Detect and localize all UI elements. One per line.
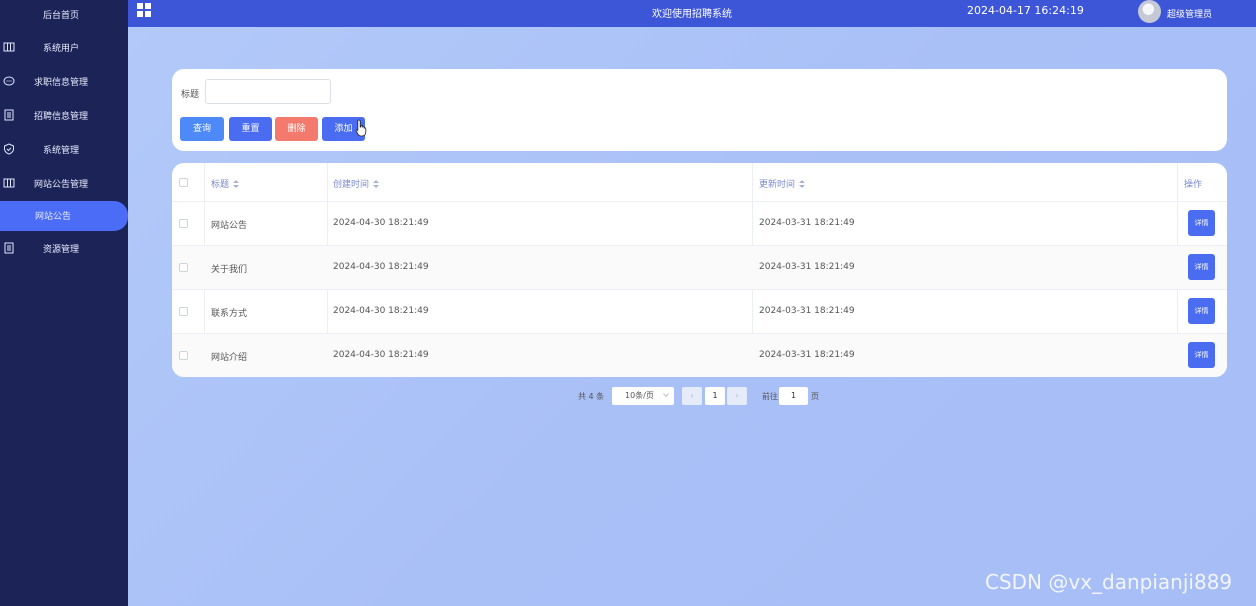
sidebar-item-label: 网站公告管理 (33, 180, 88, 190)
chevron-down-icon (663, 393, 669, 398)
row-checkbox[interactable] (179, 263, 188, 272)
cell-title: 网站介绍 (211, 353, 248, 363)
row-checkbox[interactable] (179, 219, 188, 228)
sidebar-item-label: 系统管理 (42, 146, 79, 156)
sidebar-item-home[interactable]: 后台首页 (0, 0, 128, 28)
pagination-total: 共 4 条 (578, 392, 605, 401)
header-updated[interactable]: 更新时间 (759, 177, 806, 190)
goto-label: 前往 (762, 392, 778, 401)
page-size-value: 10条/页 (625, 391, 654, 400)
query-button[interactable]: 查询 (180, 117, 224, 141)
search-panel: 标题 查询 重置 删除 添加 (172, 69, 1227, 151)
sidebar-item-label: 求职信息管理 (33, 78, 88, 88)
cell-created: 2024-04-30 18:21:49 (333, 306, 429, 316)
sidebar-item-recruitment[interactable]: 招聘信息管理 (0, 101, 128, 129)
data-table: 标题 创建时间 更新时间 操作 网站公告 2024-04-30 18:21:49… (172, 163, 1227, 377)
table-row: 网站公告 2024-04-30 18:21:49 2024-03-31 18:2… (172, 201, 1227, 245)
sort-icon[interactable] (799, 180, 806, 188)
sidebar-item-system-users[interactable]: 系统用户 (0, 33, 128, 61)
search-title-input[interactable] (205, 79, 331, 104)
top-bar: 欢迎使用招聘系统 2024-04-17 16:24:19 超级管理员 (128, 0, 1256, 27)
cell-updated: 2024-03-31 18:21:49 (759, 262, 855, 272)
avatar[interactable] (1138, 0, 1161, 23)
cell-created: 2024-04-30 18:21:49 (333, 262, 429, 272)
sidebar-item-system-management[interactable]: 系统管理 (0, 135, 128, 163)
sidebar-item-job-seeker[interactable]: 求职信息管理 (0, 67, 128, 95)
cell-title: 关于我们 (211, 265, 248, 275)
page-size-select[interactable]: 10条/页 (612, 387, 674, 405)
page-number-current[interactable]: 1 (705, 387, 725, 405)
cell-title: 联系方式 (211, 309, 248, 319)
cell-updated: 2024-03-31 18:21:49 (759, 306, 855, 316)
sidebar: 后台首页 系统用户 求职信息管理 招聘信息管理 系统管理 网站公告管理 网站公告… (0, 0, 128, 606)
table-row: 关于我们 2024-04-30 18:21:49 2024-03-31 18:2… (172, 245, 1227, 289)
detail-button[interactable]: 详情 (1188, 210, 1215, 236)
detail-button[interactable]: 详情 (1188, 298, 1215, 324)
sidebar-item-label: 系统用户 (42, 44, 79, 54)
search-title-label: 标题 (181, 90, 200, 100)
header-title[interactable]: 标题 (211, 177, 240, 190)
row-checkbox[interactable] (179, 351, 188, 360)
user-name[interactable]: 超级管理员 (1167, 7, 1212, 20)
current-datetime: 2024-04-17 16:24:19 (967, 4, 1084, 17)
table-row: 网站介绍 2024-04-30 18:21:49 2024-03-31 18:2… (172, 333, 1227, 377)
app-title: 欢迎使用招聘系统 (652, 9, 732, 20)
sidebar-item-label: 后台首页 (42, 11, 79, 21)
sidebar-item-announcement[interactable]: 网站公告 (0, 201, 128, 231)
next-page-button[interactable]: › (727, 387, 747, 405)
sort-icon[interactable] (233, 180, 240, 188)
cell-created: 2024-04-30 18:21:49 (333, 350, 429, 360)
row-checkbox[interactable] (179, 307, 188, 316)
delete-button[interactable]: 删除 (275, 117, 318, 141)
cell-updated: 2024-03-31 18:21:49 (759, 218, 855, 228)
sidebar-item-announcement-management[interactable]: 网站公告管理 (0, 169, 128, 197)
goto-page-input[interactable]: 1 (779, 387, 808, 405)
table-header: 标题 创建时间 更新时间 操作 (172, 163, 1227, 201)
cell-title: 网站公告 (211, 221, 248, 231)
sidebar-item-resources[interactable]: 资源管理 (0, 234, 128, 262)
page-suffix-label: 页 (811, 392, 819, 401)
reset-button[interactable]: 重置 (229, 117, 272, 141)
select-all-checkbox[interactable] (179, 178, 188, 187)
cell-created: 2024-04-30 18:21:49 (333, 218, 429, 228)
sidebar-item-label: 招聘信息管理 (33, 112, 88, 122)
header-created[interactable]: 创建时间 (333, 177, 380, 190)
prev-page-button[interactable]: ‹ (682, 387, 702, 405)
sidebar-item-label: 网站公告 (34, 212, 71, 222)
hand-cursor-icon (355, 119, 367, 137)
watermark: CSDN @vx_danpianji889 (985, 570, 1233, 594)
detail-button[interactable]: 详情 (1188, 254, 1215, 280)
cell-updated: 2024-03-31 18:21:49 (759, 350, 855, 360)
main-content: 标题 查询 重置 删除 添加 标题 创建时间 更新时间 操作 网站公告 2024… (128, 27, 1256, 606)
sort-icon[interactable] (373, 180, 380, 188)
detail-button[interactable]: 详情 (1188, 342, 1215, 368)
table-row: 联系方式 2024-04-30 18:21:49 2024-03-31 18:2… (172, 289, 1227, 333)
header-actions: 操作 (1184, 180, 1203, 190)
sidebar-item-label: 资源管理 (42, 245, 79, 255)
